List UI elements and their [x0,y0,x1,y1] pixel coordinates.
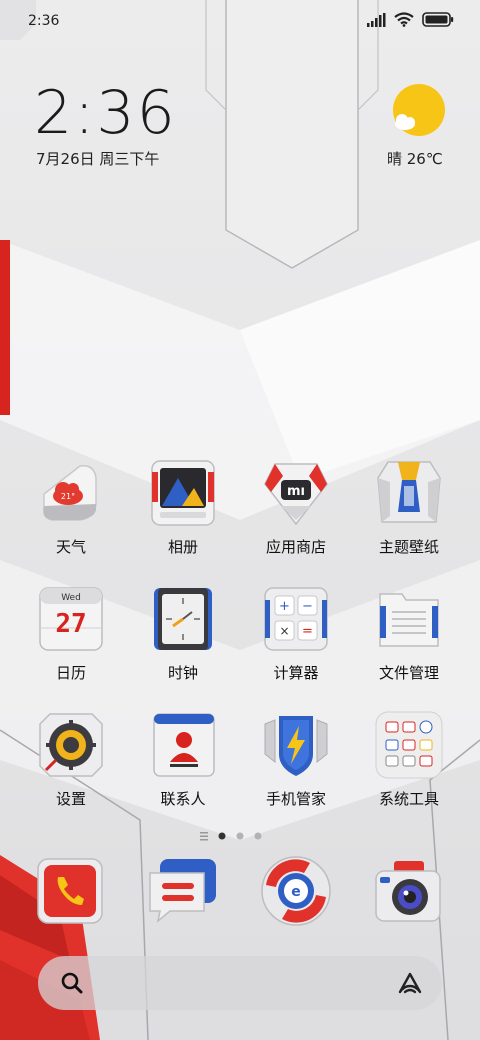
app-security[interactable]: 手机管家 [239,710,353,809]
phone-icon[interactable] [34,855,106,927]
settings-icon [39,713,103,777]
app-themes[interactable]: 主题壁纸 [352,458,466,557]
app-label: 应用商店 [265,538,326,556]
battery-icon [422,12,454,27]
search-icon [61,972,83,994]
app-settings[interactable]: 设置 [14,710,128,809]
app-file-manager[interactable]: 文件管理 [352,584,466,683]
app-label: 联系人 [160,790,206,808]
clock-icon [154,588,212,650]
status-bar: 2:36 [0,0,480,40]
assistant-icon[interactable] [396,970,424,996]
calculator-icon: + − × = [264,587,328,651]
svg-text:e: e [291,884,301,900]
themes-icon [377,461,441,523]
weather-condition-temp: 晴 26℃ [387,150,443,168]
svg-text:mı: mı [287,484,305,499]
clock-widget-time[interactable]: 2:36 [34,78,177,148]
app-label: 手机管家 [265,790,326,808]
signal-icon [367,12,386,27]
clock-widget-date: 7月26日 周三下午 [36,150,160,168]
app-label: 相册 [167,538,198,556]
messages-icon[interactable] [146,855,218,927]
gallery-icon [151,460,215,526]
wifi-icon [394,12,414,27]
app-list-indicator-icon [200,832,208,841]
tools-folder-icon [375,711,443,779]
app-gallery[interactable]: 相册 [126,458,240,557]
dock: e [0,853,480,933]
app-store[interactable]: mı 应用商店 [239,458,353,557]
svg-text:=: = [302,624,313,639]
app-label: 系统工具 [378,790,439,808]
app-calculator[interactable]: + − × = 计算器 [239,584,353,683]
calendar-date: 27 [55,609,86,639]
app-weather[interactable]: 21° 天气 [14,458,128,557]
calendar-icon: Wed 27 [39,587,103,651]
browser-icon[interactable]: e [260,855,332,927]
page-indicator[interactable] [0,830,480,842]
search-bar[interactable] [38,956,442,1010]
app-contacts[interactable]: 联系人 [126,710,240,809]
app-label: 主题壁纸 [378,538,439,556]
svg-text:+: + [279,599,290,614]
app-label: 文件管理 [378,664,439,682]
weather-app-temp: 21° [61,492,75,501]
page-dot [254,832,262,840]
security-icon [264,716,328,776]
app-store-icon: mı [264,463,328,526]
app-clock[interactable]: 时钟 [126,584,240,683]
contacts-icon [153,713,215,777]
status-time: 2:36 [28,13,60,29]
page-dot [236,832,244,840]
app-label: 时钟 [167,664,198,682]
app-label: 日历 [55,664,86,682]
app-label: 计算器 [273,664,319,682]
svg-text:−: − [302,599,313,614]
app-label: 设置 [55,790,86,808]
app-calendar[interactable]: Wed 27 日历 [14,584,128,683]
app-label: 天气 [55,538,86,556]
weather-icon: 21° [42,465,97,521]
app-tools-folder[interactable]: 系统工具 [352,710,466,809]
calendar-day: Wed [61,593,81,603]
sunny-icon[interactable] [389,84,445,140]
file-manager-icon [379,593,439,647]
page-dot-current [218,832,226,840]
camera-icon[interactable] [372,855,444,927]
svg-text:×: × [279,624,289,638]
